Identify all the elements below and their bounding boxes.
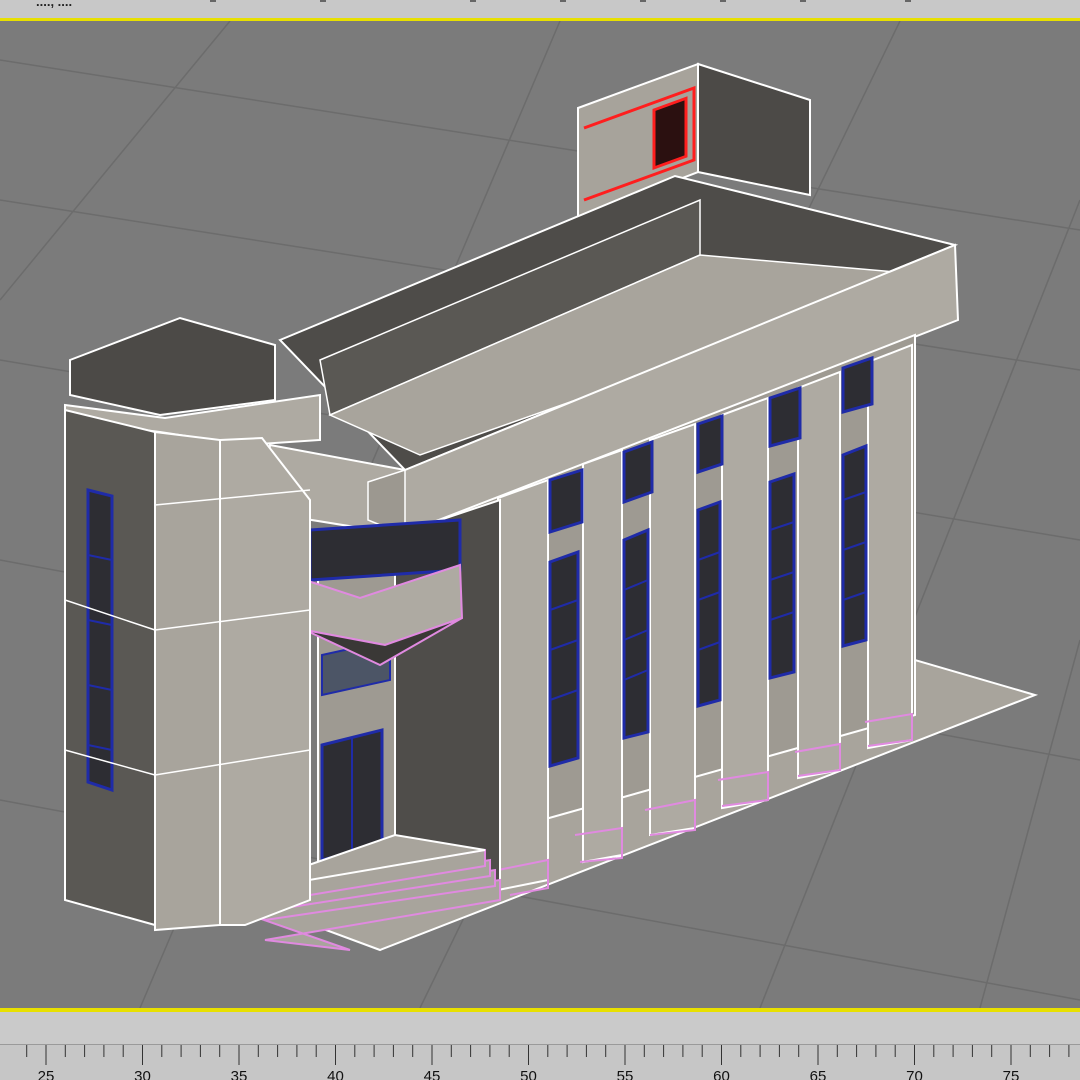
perspective-viewport[interactable] <box>0 21 1080 1008</box>
toolbar-button[interactable] <box>800 0 806 2</box>
left-tower[interactable] <box>64 316 321 932</box>
time-slider[interactable] <box>0 1012 1080 1045</box>
timeline-tick-label: 30 <box>134 1068 151 1080</box>
main-toolbar: ...., .... <box>0 0 1080 21</box>
toolbar-button[interactable] <box>640 0 646 2</box>
timeline-ruler[interactable]: 25 30 35 40 45 50 55 60 65 70 75 <box>0 1045 1080 1080</box>
selected-door[interactable] <box>652 96 688 171</box>
timeline-tick-label: 55 <box>616 1068 634 1080</box>
toolbar-button[interactable] <box>560 0 566 2</box>
timeline-tick-label: 70 <box>906 1068 923 1080</box>
timeline-tick-label: 25 <box>37 1068 55 1080</box>
toolbar-button[interactable] <box>720 0 726 2</box>
toolbar-button[interactable] <box>210 0 216 2</box>
timeline-tick-label: 75 <box>1002 1068 1020 1080</box>
timeline-tick-label: 65 <box>809 1068 827 1080</box>
toolbar-button[interactable] <box>905 0 911 2</box>
toolbar-label: ...., .... <box>36 0 73 9</box>
timeline-tick-label: 40 <box>327 1068 344 1080</box>
timeline-tick-label: 35 <box>230 1068 248 1080</box>
viewport-canvas[interactable] <box>0 21 1080 1008</box>
toolbar-button[interactable] <box>470 0 476 2</box>
timeline-tick-label: 60 <box>713 1068 730 1080</box>
toolbar-button[interactable] <box>320 0 326 2</box>
timeline-tick-label: 50 <box>520 1068 537 1080</box>
timeline-tick-label: 45 <box>423 1068 441 1080</box>
